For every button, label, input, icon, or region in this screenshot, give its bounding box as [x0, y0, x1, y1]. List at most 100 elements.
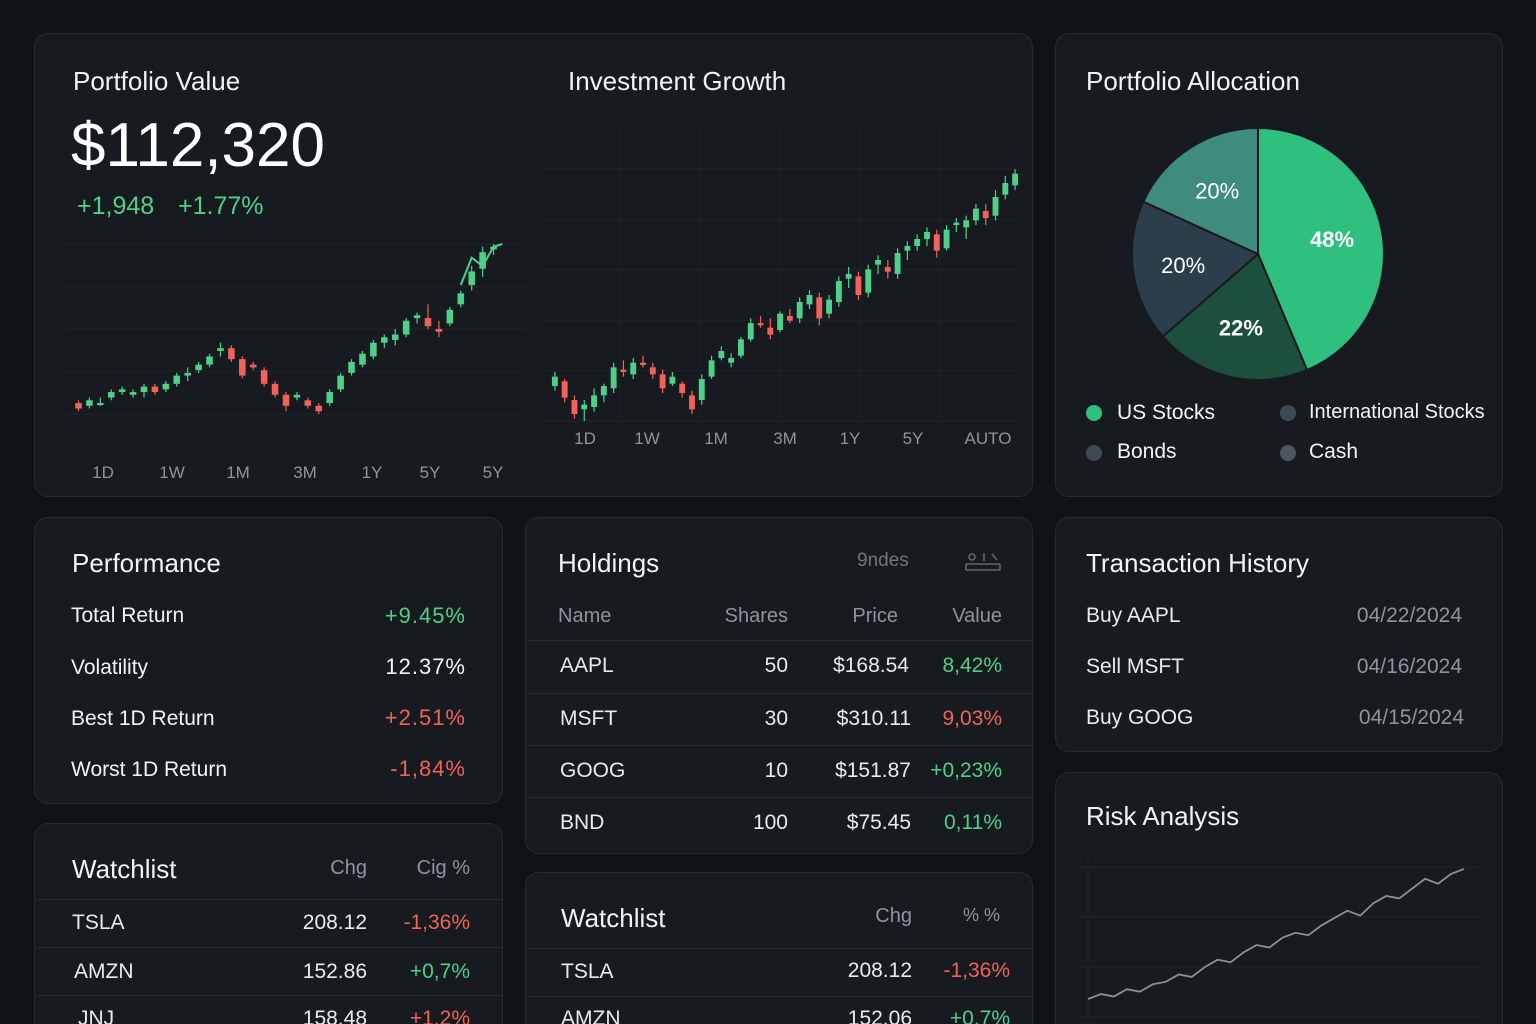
portfolio-change-pct: +1.77%	[178, 192, 264, 220]
legend-label-cash: Cash	[1309, 440, 1359, 463]
allocation-title: Portfolio Allocation	[1086, 66, 1300, 96]
candle-body	[206, 356, 213, 365]
candle-body	[107, 392, 115, 398]
candle-body	[835, 281, 842, 302]
timeframe-auto-button[interactable]: AUTO	[965, 429, 1012, 449]
candle-body	[973, 208, 979, 221]
candle-body	[581, 404, 588, 410]
watch-symbol: JNJ	[78, 1007, 115, 1024]
allocation-pie-chart: 48% 22% 20% 20%	[1131, 126, 1385, 381]
candle-body	[728, 358, 735, 363]
watch-price: 208.12	[302, 911, 367, 934]
candle-body	[446, 309, 454, 324]
portfolio-allocation-card: Portfolio Allocation 48% 22% 20% 20% US Sto…	[1055, 33, 1503, 497]
watch-price: 152.06	[847, 1007, 912, 1024]
candle-body	[391, 334, 399, 340]
perf-label-volatility: Volatility	[71, 656, 149, 679]
candle-body	[875, 260, 881, 265]
holding-value: 0,11%	[944, 811, 1002, 834]
candle-body	[826, 299, 832, 314]
portfolio-overview-card: Portfolio Value $112,320 +1,948 +1.77% 1…	[34, 33, 1033, 497]
candle-body	[600, 386, 607, 396]
candle-body	[239, 359, 246, 376]
perf-value-worst-1d: -1,84%	[390, 756, 466, 781]
candle-body	[217, 348, 224, 351]
investment-growth-title: Investment Growth	[568, 66, 787, 96]
holding-name: GOOG	[560, 759, 626, 782]
holding-shares: 30	[764, 707, 788, 730]
candle-body	[1002, 183, 1009, 195]
holdings-header-action[interactable]: 9ndes	[857, 550, 909, 572]
legend-dot-bonds	[1086, 445, 1102, 461]
transaction-history-card: Transaction History Buy AAPL 04/22/2024 …	[1055, 517, 1503, 752]
timeframe-5y-button[interactable]: 5Y	[903, 429, 924, 449]
candle-body	[304, 400, 312, 406]
holding-name: AAPL	[560, 654, 614, 677]
watch-symbol: AMZN	[74, 960, 134, 983]
watch-change: +1,2%	[409, 1007, 470, 1024]
pie-slice-label: 22%	[1219, 316, 1263, 341]
candle-body	[359, 353, 366, 365]
holding-price: $151.87	[835, 759, 911, 782]
timeframe-1y-button[interactable]: 1Y	[840, 429, 861, 449]
timeframe-1w-button[interactable]: 1W	[159, 463, 185, 483]
holdings-card: Holdings 9ndes Name Shares Price Value A…	[525, 517, 1033, 854]
timeframe-5y-button[interactable]: 5Y	[420, 463, 441, 483]
watch-price: 158.48	[302, 1007, 367, 1024]
timeframe-3m-button[interactable]: 3M	[773, 429, 797, 449]
candle-body	[591, 395, 597, 407]
timeframe-1y-button[interactable]: 1Y	[362, 463, 383, 483]
watch-change: -1,36%	[943, 959, 1010, 982]
timeframe-3m-button[interactable]: 3M	[293, 463, 317, 483]
candle-body	[249, 364, 257, 368]
holding-value: +0,23%	[930, 759, 1002, 782]
timeframe-1d-button[interactable]: 1D	[92, 463, 114, 483]
timeframe-1m-button[interactable]: 1M	[226, 463, 250, 483]
candle-body	[271, 383, 279, 395]
holdings-row-divider	[526, 797, 1032, 798]
portfolio-value-title: Portfolio Value	[73, 66, 241, 96]
candle-body	[162, 383, 170, 390]
holding-name: BND	[560, 811, 605, 834]
holdings-settings-icon[interactable]	[964, 550, 1004, 574]
pie-slice-label: 20%	[1161, 253, 1205, 278]
candle-body	[904, 246, 911, 251]
holding-shares: 50	[764, 654, 788, 677]
holding-price: $168.54	[833, 654, 909, 677]
candle-body	[738, 339, 744, 356]
timeframe-1d-button[interactable]: 1D	[574, 429, 596, 449]
candle-body	[118, 389, 126, 393]
risk-analysis-line-chart	[1080, 857, 1480, 1024]
legend-label-international-stocks: International Stocks	[1309, 401, 1485, 423]
watchlist-left-col-chg-pct: Cig %	[416, 857, 470, 879]
watchlist-mid-col-pct: % %	[962, 905, 1000, 925]
candle-body	[86, 400, 93, 406]
candle-body	[757, 323, 764, 326]
timeframe-5y-button[interactable]: 5Y	[483, 463, 504, 483]
candle-body	[424, 318, 432, 327]
risk-analysis-title: Risk Analysis	[1086, 801, 1240, 831]
candle-body	[786, 316, 793, 321]
candle-body	[698, 379, 705, 400]
perf-value-best-1d: +2.51%	[384, 705, 466, 730]
watchlist-left-header-divider	[35, 899, 502, 900]
holdings-col-name: Name	[558, 605, 612, 627]
watch-change: +0,7%	[949, 1007, 1010, 1024]
candle-body	[561, 381, 568, 398]
candle-body	[260, 370, 268, 384]
transaction-date: 04/15/2024	[1358, 706, 1464, 729]
candle-body	[718, 351, 725, 358]
candle-body	[326, 392, 333, 404]
candle-body	[914, 239, 921, 246]
watch-change: -1,36%	[403, 911, 470, 934]
candle-body	[649, 367, 656, 375]
watchlist-mid-header-divider	[526, 948, 1032, 949]
timeframe-1m-button[interactable]: 1M	[704, 429, 728, 449]
holdings-col-shares: Shares	[724, 605, 788, 627]
timeframe-1w-button[interactable]: 1W	[634, 429, 660, 449]
holdings-title: Holdings	[558, 548, 660, 578]
watch-change: +0,7%	[409, 960, 470, 983]
holding-value: 9,03%	[942, 707, 1002, 730]
candle-body	[620, 369, 627, 372]
candle-body	[982, 211, 989, 218]
